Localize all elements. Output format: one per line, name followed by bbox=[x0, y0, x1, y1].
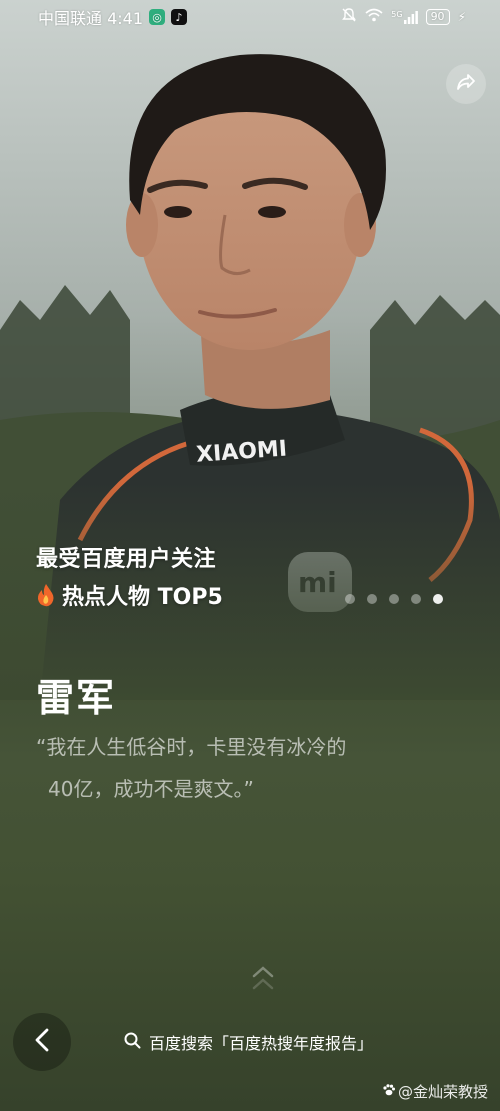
share-icon bbox=[456, 73, 476, 95]
quote-line-2: 40亿，成功不是爽文。” bbox=[48, 777, 254, 801]
badge-rank: 热点人物 TOP5 bbox=[36, 579, 223, 611]
pager-dot[interactable] bbox=[389, 594, 399, 604]
person-quote: “我在人生低谷时，卡里没有冰冷的 40亿，成功不是爽文。” bbox=[36, 726, 436, 810]
network-label: 5G bbox=[391, 9, 403, 19]
status-right: 5G 90 ⚡ bbox=[341, 7, 466, 27]
pager-dot[interactable] bbox=[367, 594, 377, 604]
status-bar: 中国联通 4:41 ◎ ♪ 5G 90 ⚡ bbox=[0, 0, 500, 34]
chevron-up-icon[interactable] bbox=[248, 962, 278, 998]
tiktok-icon: ♪ bbox=[171, 9, 188, 25]
watermark-text: @金灿荣教授 bbox=[397, 1083, 488, 1101]
watermark: @金灿荣教授 bbox=[382, 1081, 488, 1102]
badge-rank-text: 热点人物 TOP5 bbox=[62, 585, 223, 610]
search-hint-text: 百度搜索「百度热搜年度报告」 bbox=[149, 1034, 374, 1053]
notification-app-icon: ◎ bbox=[149, 9, 166, 25]
quote-line-1: “我在人生低谷时，卡里没有冰冷的 bbox=[36, 735, 347, 759]
pager-dot-active[interactable] bbox=[433, 594, 443, 604]
back-button[interactable] bbox=[13, 1013, 71, 1071]
ranking-badge: 最受百度用户关注 热点人物 TOP5 bbox=[36, 541, 223, 611]
fire-icon bbox=[36, 583, 56, 607]
badge-title: 最受百度用户关注 bbox=[36, 547, 217, 572]
person-name: 雷军 bbox=[36, 676, 117, 720]
search-icon bbox=[124, 1032, 141, 1053]
charging-icon: ⚡ bbox=[457, 10, 466, 24]
mute-icon bbox=[341, 7, 357, 27]
search-hint[interactable]: 百度搜索「百度热搜年度报告」 bbox=[124, 1030, 373, 1054]
carrier-time: 中国联通 4:41 bbox=[38, 9, 144, 28]
carousel-pager bbox=[345, 594, 443, 604]
pager-dot[interactable] bbox=[411, 594, 421, 604]
battery-level: 90 bbox=[430, 10, 445, 23]
back-arrow-icon bbox=[34, 1028, 50, 1056]
wifi-icon bbox=[365, 8, 383, 26]
battery-icon: 90 bbox=[425, 9, 450, 25]
pager-dot[interactable] bbox=[345, 594, 355, 604]
share-button[interactable] bbox=[446, 64, 486, 104]
signal-icon: 5G bbox=[391, 9, 418, 24]
screen: XIAOMI mi 中国联通 4:41 ◎ bbox=[0, 0, 500, 1111]
status-left: 中国联通 4:41 ◎ ♪ bbox=[38, 5, 188, 29]
paw-icon bbox=[382, 1083, 396, 1101]
